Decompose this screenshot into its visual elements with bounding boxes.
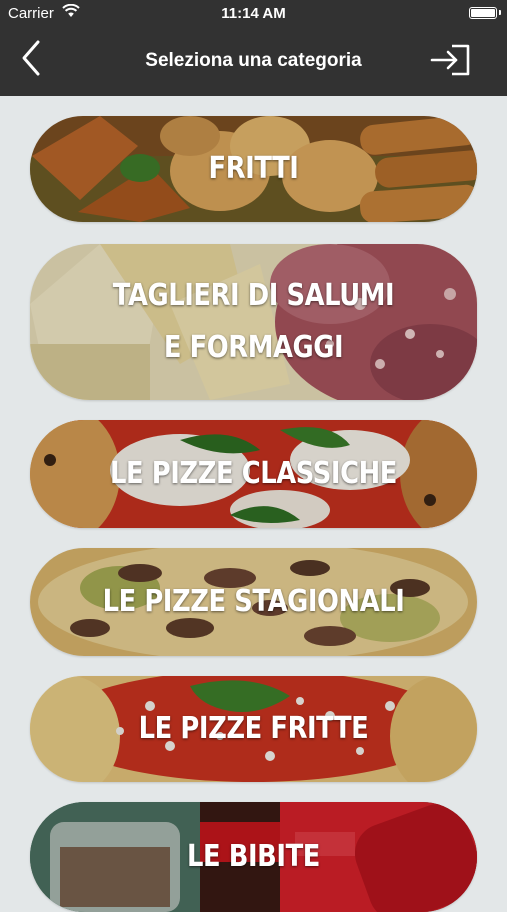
top-bar: Carrier 11:14 AM Seleziona una categoria [0,0,507,96]
category-label-line1: FRITTI [208,151,299,186]
category-label: TAGLIERI DI SALUMI E FORMAGGI [61,244,445,400]
category-label-line1: LE PIZZE STAGIONALI [102,584,405,619]
category-pizze-stagionali[interactable]: LE PIZZE STAGIONALI [30,548,477,656]
battery-icon [469,7,501,19]
category-bibite[interactable]: LE BIBITE [30,802,477,912]
category-label: LE PIZZE FRITTE [61,676,445,782]
category-label-line2: E FORMAGGI [163,330,344,365]
category-label: LE BIBITE [61,802,445,912]
category-label-line1: LE BIBITE [187,839,320,874]
category-label-line1: LE PIZZE CLASSICHE [110,456,397,491]
sign-in-icon[interactable] [428,40,474,80]
category-taglieri[interactable]: TAGLIERI DI SALUMI E FORMAGGI [30,244,477,400]
category-label: LE PIZZE CLASSICHE [61,420,445,528]
category-label-line1: LE PIZZE FRITTE [138,711,369,746]
category-label: LE PIZZE STAGIONALI [61,548,445,656]
category-pizze-fritte[interactable]: LE PIZZE FRITTE [30,676,477,782]
category-pizze-classiche[interactable]: LE PIZZE CLASSICHE [30,420,477,528]
category-fritti[interactable]: FRITTI [30,116,477,222]
status-time: 11:14 AM [221,5,286,22]
category-label-line1: TAGLIERI DI SALUMI [112,278,395,313]
status-bar: Carrier 11:14 AM [0,0,507,28]
category-label: FRITTI [61,116,445,222]
